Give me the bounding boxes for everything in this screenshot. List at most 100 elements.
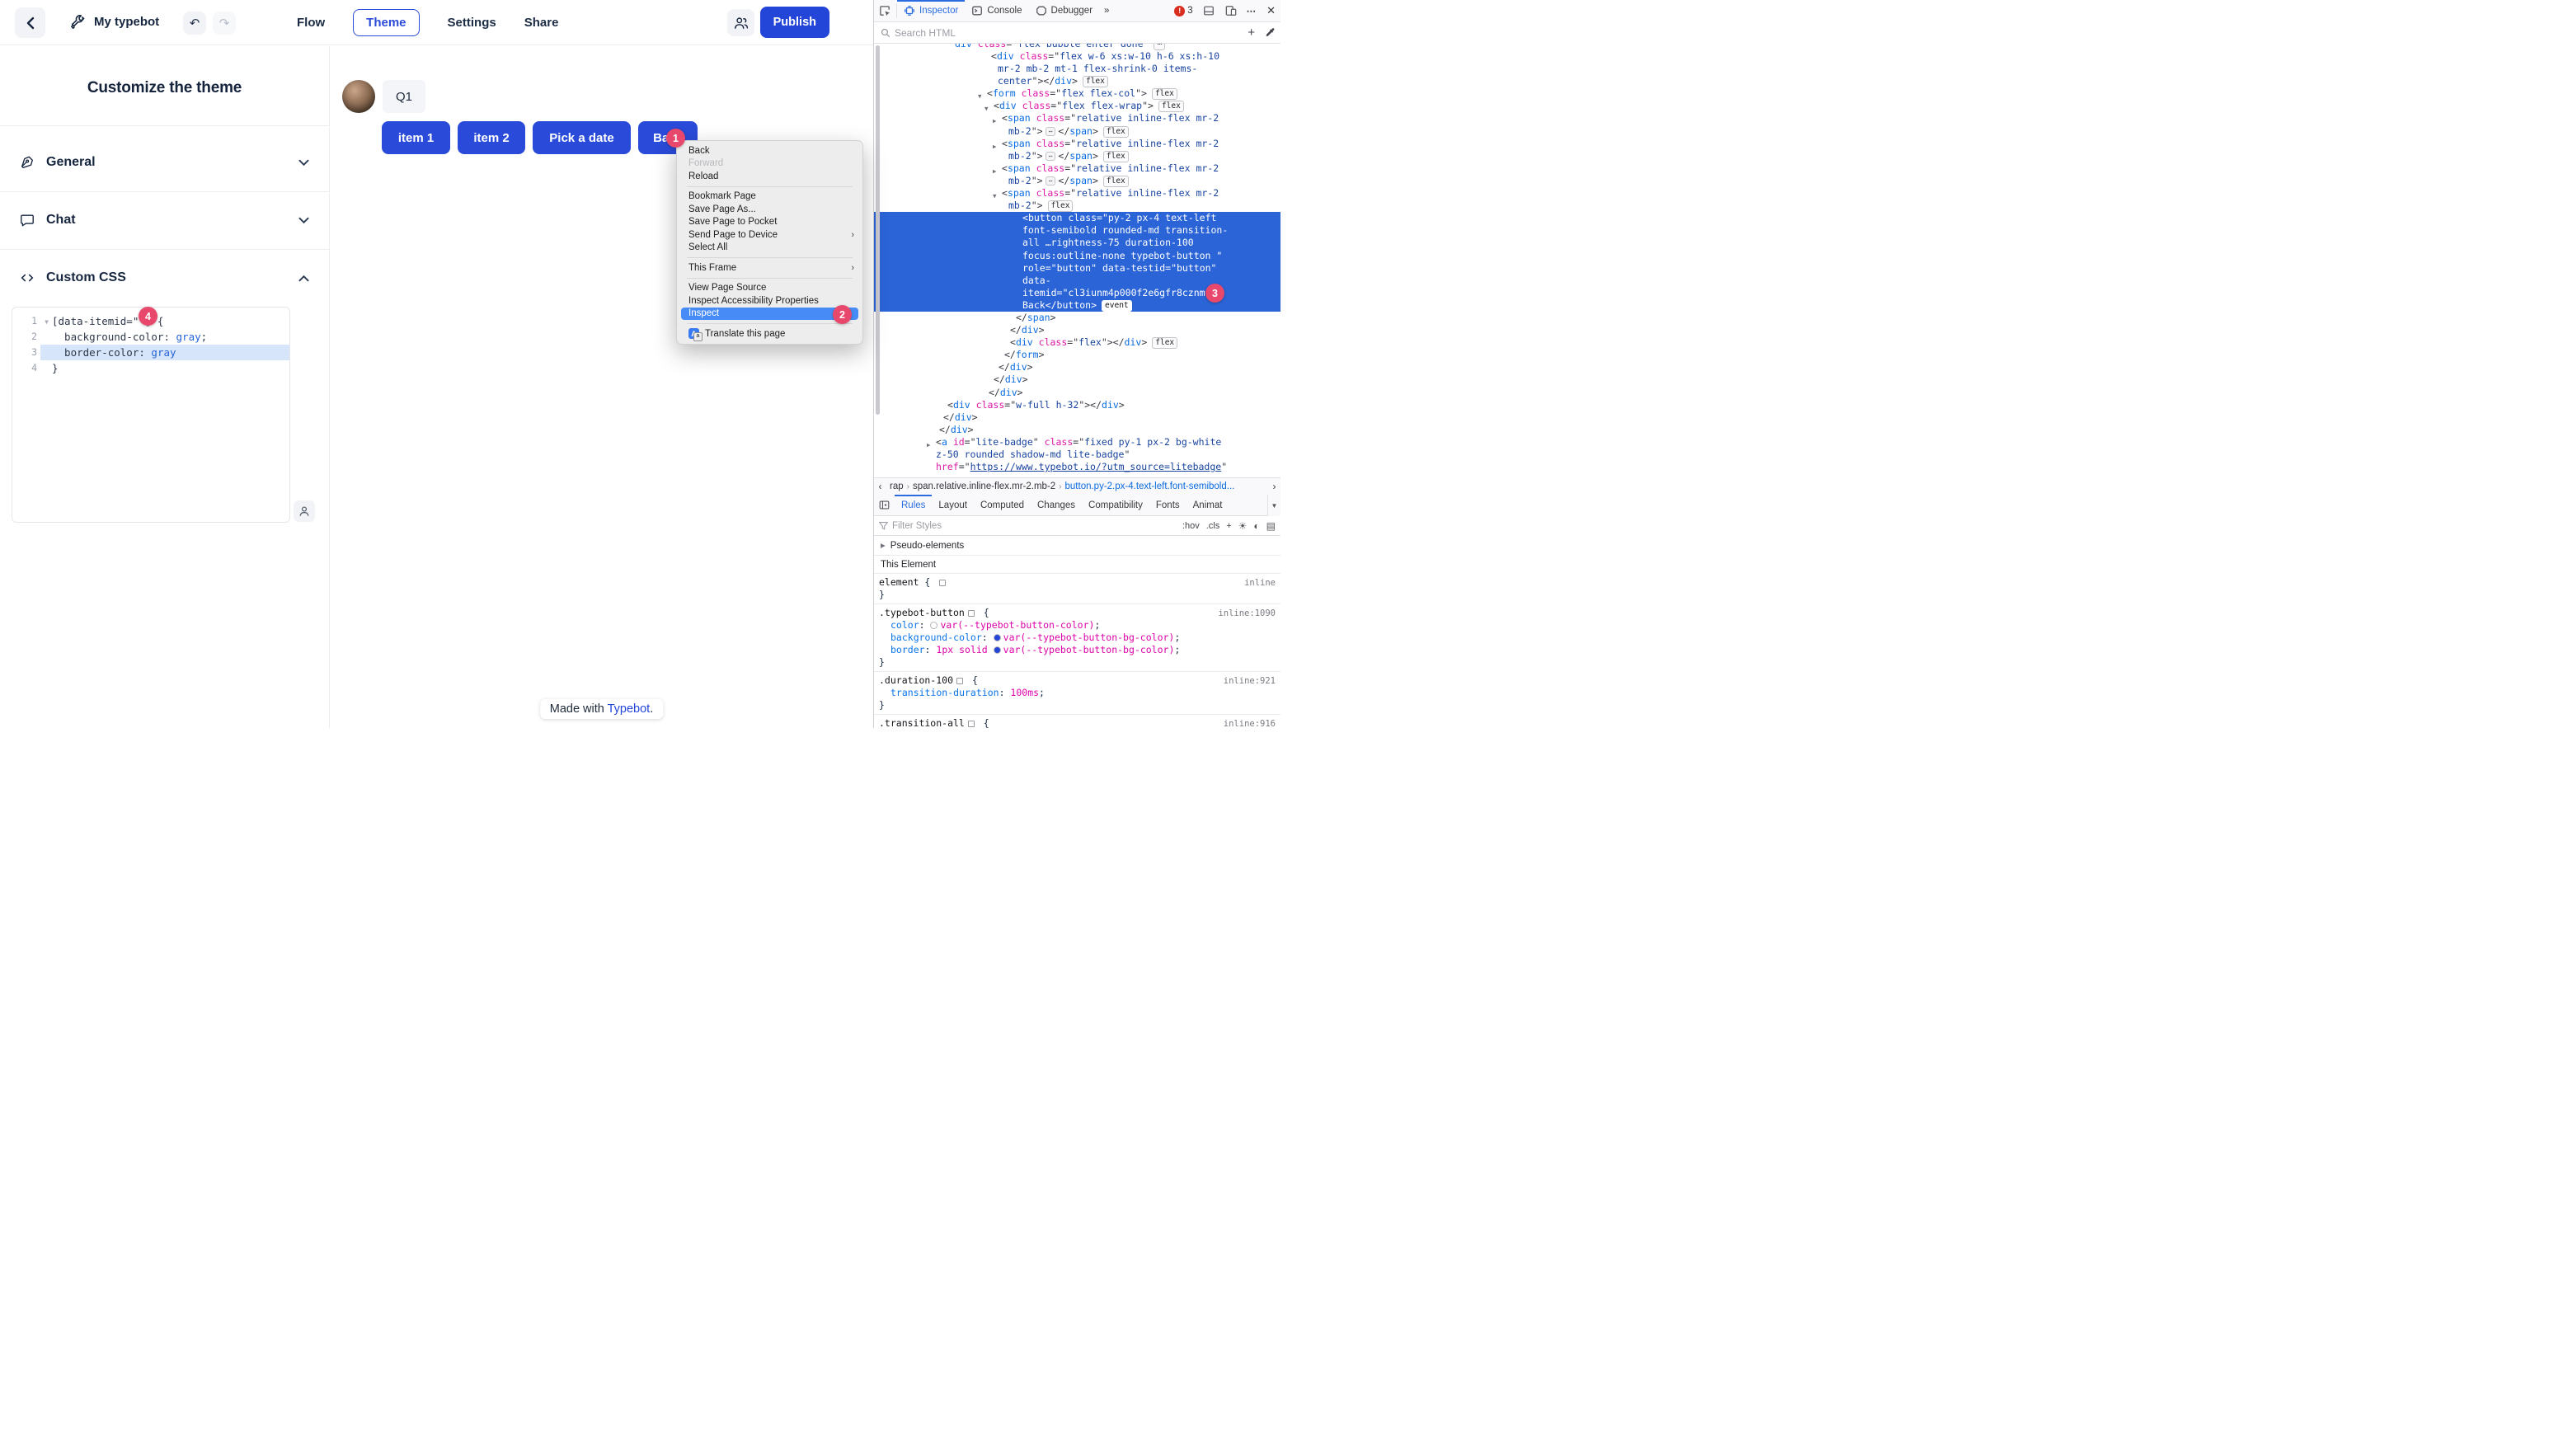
filter-toggle-[interactable]: + <box>1226 521 1231 531</box>
eyedropper-button[interactable] <box>1260 27 1280 38</box>
redo-button[interactable]: ↷ <box>213 12 236 35</box>
markup-line[interactable]: <div class="flex w-6 xs:w-10 h-6 xs:h-10 <box>874 50 1280 63</box>
markup-line[interactable]: </div> <box>874 324 1280 336</box>
markup-badge[interactable]: event <box>1102 300 1132 312</box>
editor-code[interactable]: background-color: gray; <box>40 329 289 345</box>
lite-badge[interactable]: Made with Typebot. <box>540 699 663 719</box>
markup-line[interactable]: </form> <box>874 349 1280 361</box>
element-target-icon[interactable] <box>956 678 963 684</box>
expand-inline-icon[interactable]: ⋯ <box>1046 127 1056 136</box>
tab-share[interactable]: Share <box>524 16 559 30</box>
markup-line[interactable]: </div> <box>874 373 1280 386</box>
choice-button-pick-a-date[interactable]: Pick a date <box>533 121 631 154</box>
panel-tab-changes[interactable]: Changes <box>1031 495 1082 515</box>
pseudo-elements-row[interactable]: ▶ Pseudo-elements <box>874 536 1280 556</box>
markup-line[interactable]: <button class="py-2 px-4 text-left <box>874 212 1280 224</box>
editor-code[interactable]: border-color: gray <box>40 345 289 360</box>
panel-tab-layout[interactable]: Layout <box>932 495 974 515</box>
context-menu-item-bookmark-page[interactable]: Bookmark Page <box>677 190 862 204</box>
chevron-down-icon[interactable] <box>298 159 309 167</box>
element-target-icon[interactable] <box>968 610 975 617</box>
context-menu-item-select-all[interactable]: Select All <box>677 242 862 255</box>
responsive-mode-button[interactable] <box>1220 5 1242 16</box>
sidebar-toggle-button[interactable] <box>874 495 895 515</box>
publish-button[interactable]: Publish <box>760 7 829 38</box>
markup-line[interactable]: mb-2">⋯</span>flex <box>874 125 1280 138</box>
markup-line[interactable]: </div> <box>874 424 1280 436</box>
stylesheet-link[interactable]: inline:921 <box>1224 675 1276 688</box>
markup-badge[interactable]: flex <box>1158 101 1184 112</box>
css-declaration[interactable]: border: 1px solid var(--typebot-button-b… <box>879 644 1276 656</box>
editor-code[interactable]: [data-itemid=""] { <box>40 313 289 329</box>
devtools-tab-console[interactable]: Console <box>965 0 1028 21</box>
context-menu-item-save-page-to-pocket[interactable]: Save Page to Pocket <box>677 216 862 229</box>
panel-tab-computed[interactable]: Computed <box>974 495 1031 515</box>
markup-line[interactable]: ▼<div class="flex flex-wrap">flex <box>874 100 1280 112</box>
expand-inline-icon[interactable]: ⋯ <box>1046 152 1056 161</box>
markup-line[interactable]: </div> <box>874 361 1280 373</box>
stylesheet-link[interactable]: inline <box>1244 577 1276 589</box>
markup-line[interactable]: </div> <box>874 387 1280 399</box>
devtools-tab-inspector[interactable]: Inspector <box>897 0 965 21</box>
color-swatch[interactable] <box>994 646 1001 654</box>
markup-line[interactable]: mb-2">flex <box>874 200 1280 212</box>
panel-tab-rules[interactable]: Rules <box>895 495 932 515</box>
panel-tab-animat[interactable]: Animat <box>1187 495 1229 515</box>
element-target-icon[interactable] <box>968 721 975 727</box>
tab-theme[interactable]: Theme <box>353 9 419 36</box>
search-html-input[interactable] <box>895 27 1243 39</box>
markup-line[interactable]: ▼<span class="relative inline-flex mr-2 <box>874 187 1280 200</box>
markup-badge[interactable]: flex <box>1083 76 1108 87</box>
filter-styles-input[interactable] <box>892 521 1176 531</box>
color-swatch[interactable] <box>930 622 937 629</box>
filter-toggle-cls[interactable]: .cls <box>1206 521 1220 531</box>
css-declaration[interactable]: transition-duration: 100ms; <box>879 687 1276 699</box>
meatball-menu-button[interactable]: ⋯ <box>1242 5 1262 16</box>
context-menu-item-this-frame[interactable]: This Frame› <box>677 261 862 275</box>
markup-badge[interactable]: flex <box>1048 200 1074 212</box>
editor-line[interactable]: 3 border-color: gray <box>12 345 289 360</box>
choice-button-item-1[interactable]: item 1 <box>382 121 450 154</box>
markup-line[interactable]: ▶<span class="relative inline-flex mr-2 <box>874 112 1280 124</box>
tab-flow[interactable]: Flow <box>297 16 325 30</box>
markup-line[interactable]: ▶<span class="relative inline-flex mr-2 <box>874 138 1280 150</box>
editor-line[interactable]: 2 background-color: gray; <box>12 329 289 345</box>
light-theme-icon[interactable]: ☀ <box>1238 521 1248 531</box>
markup-line[interactable]: <div class="w-full h-32"></div> <box>874 399 1280 411</box>
markup-line[interactable]: font-semibold rounded-md transition- <box>874 224 1280 237</box>
split-console-button[interactable] <box>1198 5 1219 16</box>
context-menu-item-forward[interactable]: Forward <box>677 157 862 171</box>
editor-line[interactable]: 4} <box>12 360 289 376</box>
rule-selector[interactable]: .duration-100 <box>879 674 953 686</box>
typebot-name[interactable]: My typebot <box>94 15 159 29</box>
markup-line[interactable]: all …rightness-75 duration-100 <box>874 237 1280 249</box>
section-custom-css[interactable]: Custom CSS <box>0 249 329 307</box>
typebot-brand-link[interactable]: Typebot <box>608 702 651 716</box>
node-picker-button[interactable] <box>874 0 896 21</box>
panel-tab-fonts[interactable]: Fonts <box>1149 495 1187 515</box>
more-tabs-button[interactable]: » <box>1099 0 1114 21</box>
devtools-tab-debugger[interactable]: Debugger <box>1029 0 1100 21</box>
close-devtools-button[interactable]: ✕ <box>1262 4 1280 17</box>
markup-badge[interactable]: ⋯ <box>1154 44 1165 50</box>
markup-badge[interactable]: flex <box>1103 151 1129 162</box>
color-swatch[interactable] <box>994 634 1001 641</box>
stylesheet-link[interactable]: inline:916 <box>1224 718 1276 728</box>
tab-settings[interactable]: Settings <box>448 16 496 30</box>
print-simulation-icon[interactable]: ◐ <box>1253 521 1259 531</box>
rule-selector[interactable]: .typebot-button <box>879 607 965 618</box>
markup-line[interactable]: focus:outline-none typebot-button " <box>874 250 1280 262</box>
breadcrumb-item[interactable]: rap <box>886 481 907 491</box>
context-menu-item-view-page-source[interactable]: View Page Source <box>677 282 862 295</box>
css-declaration[interactable]: color: var(--typebot-button-color); <box>879 619 1276 632</box>
breadcrumb-item[interactable]: button.py-2.px-4.text-left.font-semibold… <box>1062 481 1238 491</box>
scrollbar[interactable] <box>876 45 880 415</box>
markup-line[interactable]: mb-2">⋯</span>flex <box>874 150 1280 162</box>
markup-line[interactable]: role="button" data-testid="button" <box>874 262 1280 275</box>
rule-selector[interactable]: element <box>879 576 919 588</box>
rule-selector[interactable]: .transition-all <box>879 717 965 728</box>
breadcrumb-scroll-left-button[interactable]: ‹ <box>874 481 886 492</box>
chevron-down-icon[interactable] <box>298 217 309 224</box>
context-menu-item-inspect[interactable]: Inspect <box>681 308 858 321</box>
panel-tabs-dropdown-button[interactable]: ▼ <box>1267 495 1280 516</box>
